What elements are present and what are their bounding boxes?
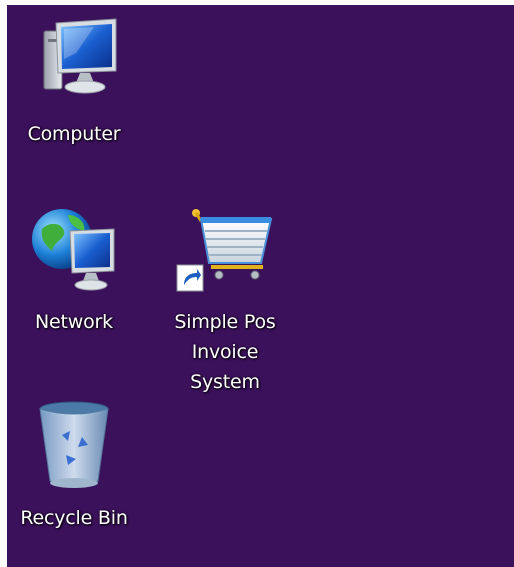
desktop-icon-label: Network — [35, 311, 113, 333]
recycle-bin-icon — [24, 397, 124, 497]
desktop-icon-network[interactable]: Network — [9, 201, 139, 337]
desktop-icon-recycle-bin[interactable]: Recycle Bin — [9, 397, 139, 533]
computer-icon — [24, 13, 124, 113]
desktop-icon-computer[interactable]: Computer — [9, 13, 139, 149]
desktop-icon-label: Simple Pos Invoice System — [174, 311, 276, 393]
desktop-icon-label: Recycle Bin — [20, 507, 128, 529]
desktop-icon-label: Computer — [27, 123, 121, 145]
desktop-icon-simple-pos-invoice-system[interactable]: Simple Pos Invoice System — [160, 201, 290, 397]
desktop[interactable]: Computer Network Simple Pos Invoice Syst… — [7, 5, 514, 567]
network-icon — [24, 201, 124, 301]
shopping-cart-icon — [175, 201, 275, 301]
